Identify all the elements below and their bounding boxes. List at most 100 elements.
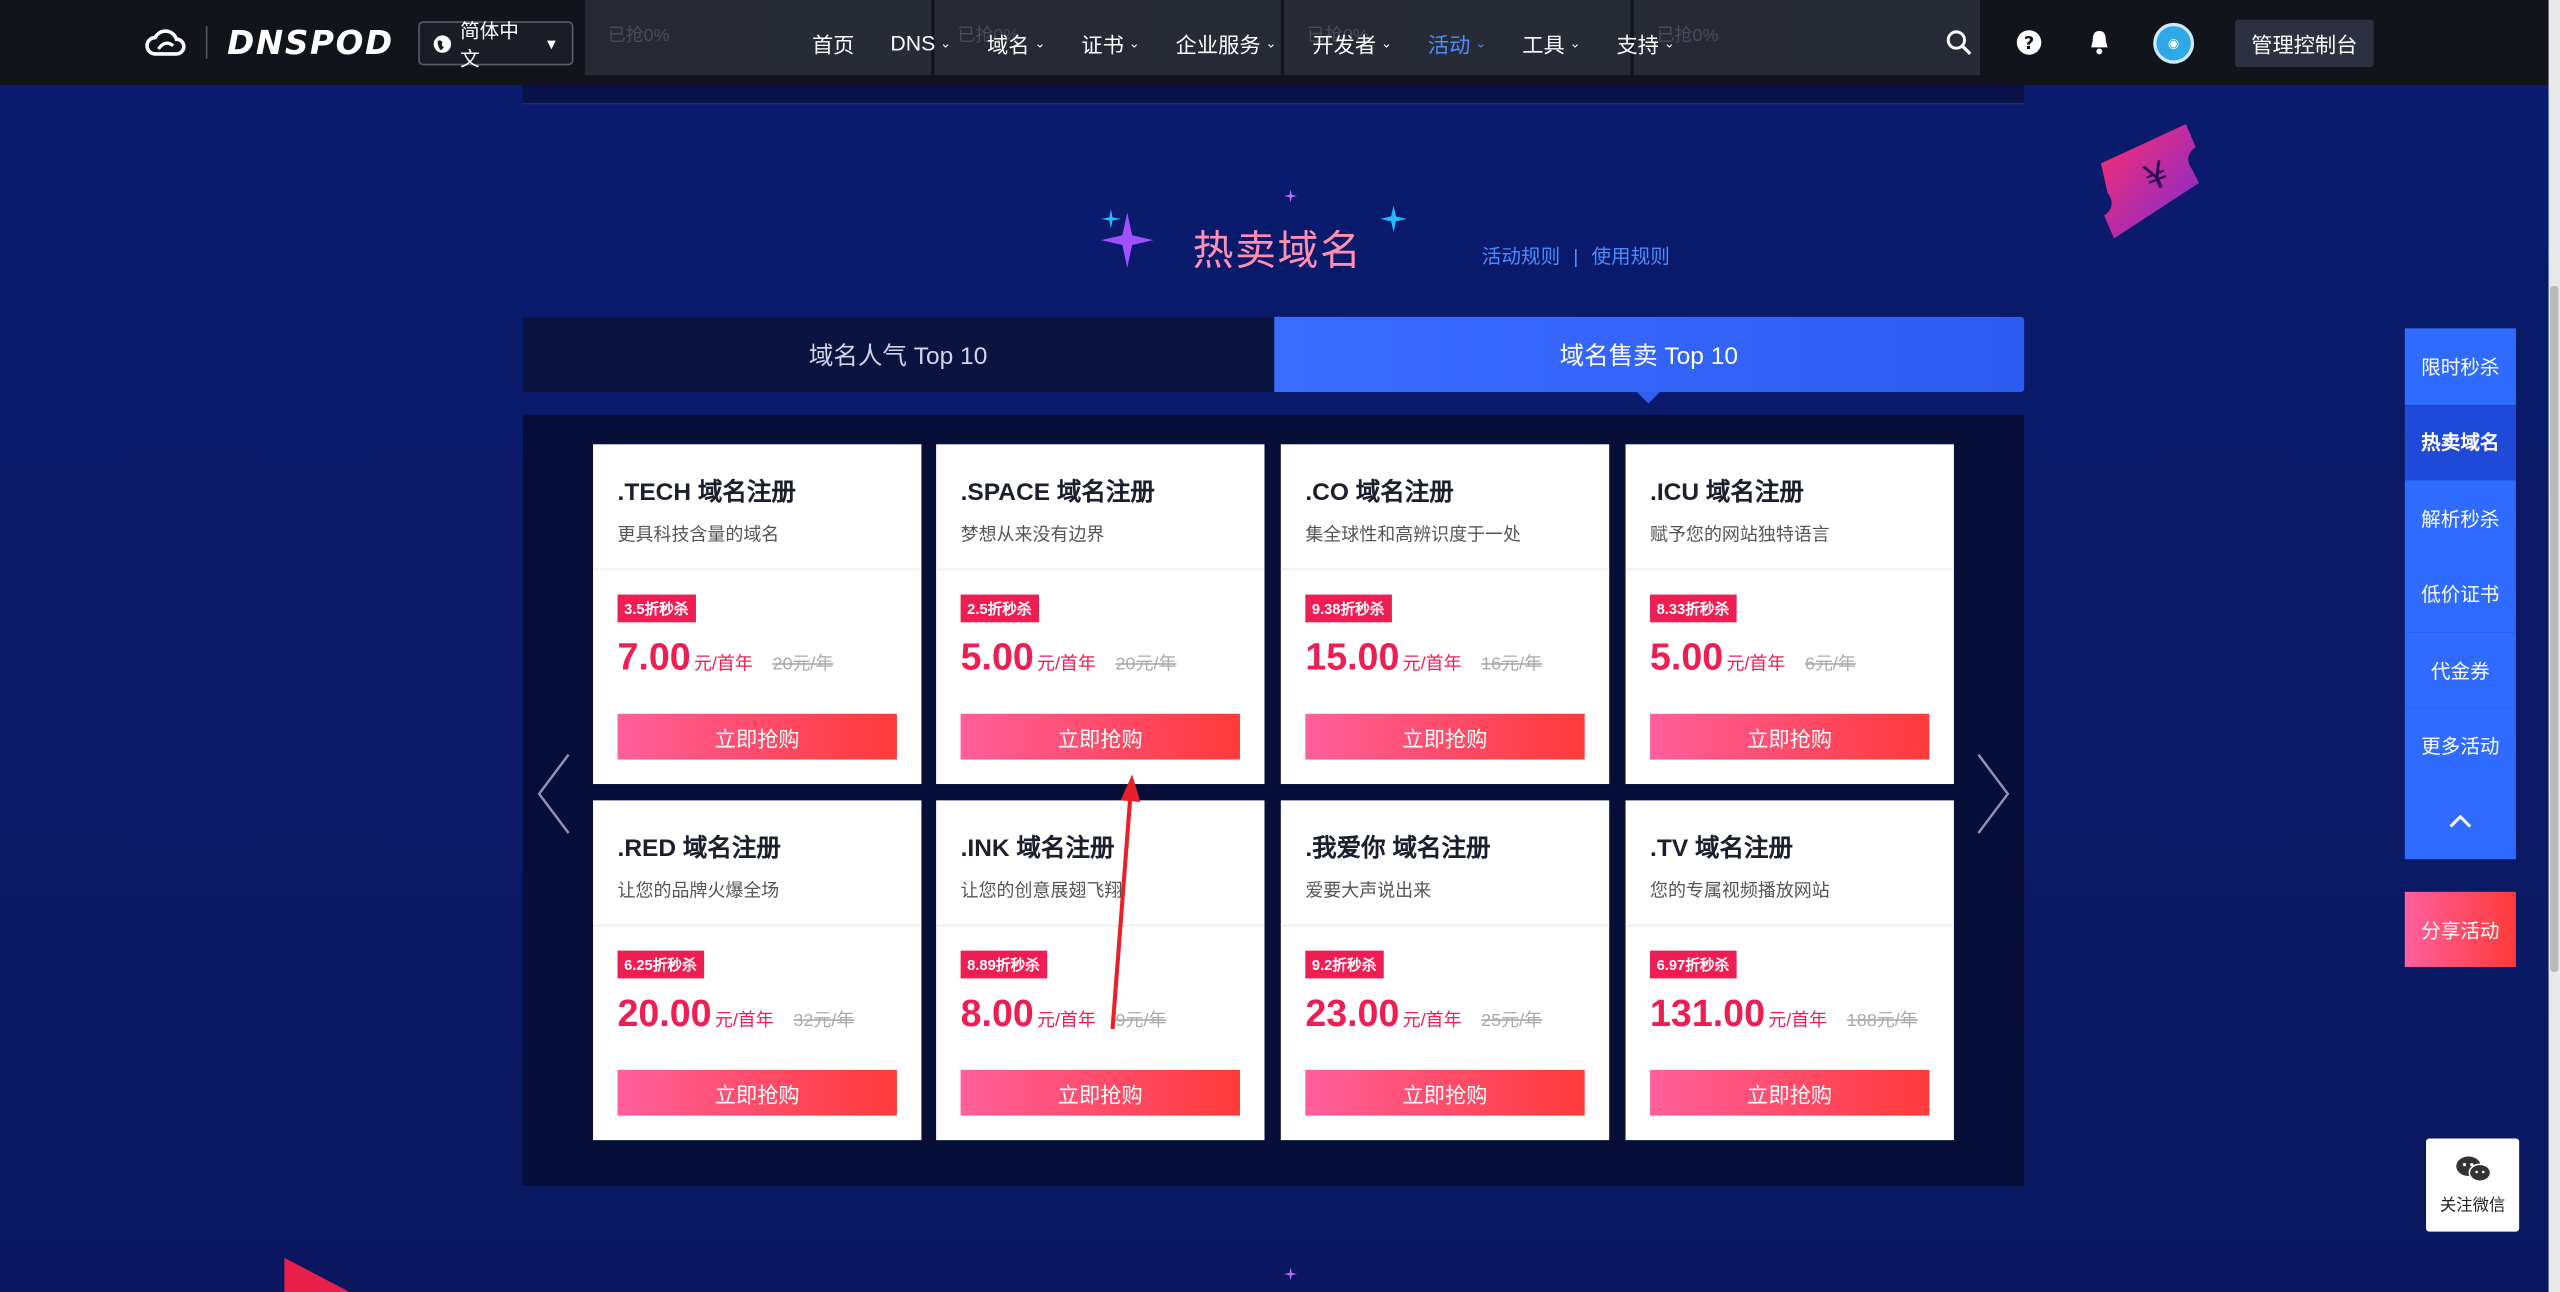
share-activity-button[interactable]: 分享活动 (2404, 891, 2516, 967)
domain-card: .RED 域名注册让您的品牌火爆全场 6.25折秒杀 20.00 元/首年 32元/… (593, 800, 922, 1141)
sparkle-icon (1380, 205, 1407, 232)
original-price: 20元/年 (1115, 654, 1177, 675)
chevron-up-icon (2449, 815, 2472, 828)
language-label: 简体中文 (460, 18, 519, 70)
help-icon[interactable]: ? (2014, 28, 2042, 56)
nav-label: DNS (890, 30, 936, 55)
chevron-down-icon: ⌄ (1034, 35, 1046, 50)
discount-badge: 9.2折秒杀 (1305, 950, 1383, 979)
logo-text: DNSPOD (227, 22, 394, 63)
discount-badge: 6.97折秒杀 (1650, 950, 1736, 979)
buy-now-button[interactable]: 立即抢购 (617, 1069, 897, 1116)
nav-label: 企业服务 (1175, 31, 1261, 57)
nav-item-dns[interactable]: DNS ⌄ (890, 30, 951, 55)
carousel-next-icon[interactable] (1975, 751, 2011, 836)
chevron-down-icon: ⌄ (1381, 35, 1392, 50)
card-price: 7.00 (617, 635, 691, 678)
coupon-ticket-icon: ¥ (2100, 124, 2199, 239)
side-item-vouchers[interactable]: 代金券 (2404, 632, 2516, 709)
usage-rules-link[interactable]: 使用规则 (1591, 242, 1669, 270)
card-description: 让您的品牌火爆全场 (617, 882, 780, 902)
decorative-shape (284, 1257, 350, 1292)
nav-label: 证书 (1081, 31, 1124, 57)
buy-now-button[interactable]: 立即抢购 (1305, 713, 1585, 760)
main-nav: 首页 DNS ⌄ 域名 ⌄ 证书 ⌄ 企业服务 ⌄ 开发者 ⌄ 活动 ⌄ 工具 ⌄ 支持 ⌄ (812, 0, 1711, 85)
card-title: .RED 域名注册 (617, 834, 781, 863)
card-title: .TV 域名注册 (1650, 834, 1794, 863)
scrollbar-thumb[interactable] (2550, 285, 2559, 972)
rule-links: 活动规则 | 使用规则 (1482, 242, 1670, 270)
price-unit: 元/首年 (1768, 1011, 1828, 1031)
follow-wechat-button[interactable]: 关注微信 (2426, 1138, 2520, 1232)
ranking-tabs: 域名人气 Top 10 域名售卖 Top 10 (522, 316, 2025, 404)
card-description: 让您的创意展翅飞翔 (960, 882, 1123, 902)
side-item-flash-sale[interactable]: 限时秒杀 (2404, 328, 2516, 405)
original-price: 25元/年 (1481, 1011, 1543, 1031)
nav-item-activity[interactable]: 活动 ⌄ (1428, 27, 1486, 58)
side-item-dns-sale[interactable]: 解析秒杀 (2404, 480, 2516, 557)
logo-divider (205, 26, 208, 59)
nav-item-tools[interactable]: 工具 ⌄ (1522, 27, 1580, 58)
side-item-hot-domains[interactable]: 热卖域名 (2404, 404, 2516, 481)
price-unit: 元/首年 (1402, 654, 1462, 675)
link-separator: | (1573, 244, 1579, 268)
card-price: 23.00 (1305, 991, 1400, 1034)
activity-rules-link[interactable]: 活动规则 (1482, 242, 1560, 270)
price-row: 15.00 元/首年 16元/年 (1305, 635, 1542, 679)
nav-item-developer[interactable]: 开发者 ⌄ (1312, 27, 1392, 58)
card-description: 爱要大声说出来 (1305, 882, 1432, 902)
card-price: 15.00 (1305, 635, 1400, 678)
language-selector[interactable]: 简体中文 ▼ (418, 19, 574, 69)
nav-label: 开发者 (1312, 31, 1377, 57)
nav-item-enterprise[interactable]: 企业服务 ⌄ (1176, 27, 1277, 58)
domain-card: .ICU 域名注册 赋予您的网站独特语言 8.33折秒杀 5.00 元/首年 6元/年… (1625, 444, 1954, 785)
nav-label: 域名 (987, 31, 1030, 57)
card-title: .CO 域名注册 (1305, 478, 1454, 507)
globe-icon (433, 34, 452, 52)
buy-now-button[interactable]: 立即抢购 (960, 1069, 1240, 1116)
console-button[interactable]: 管理控制台 (2234, 19, 2374, 67)
nav-item-domain[interactable]: 域名 ⌄ (987, 27, 1045, 58)
card-description: 您的专属视频播放网站 (1650, 882, 1830, 902)
original-price: 20元/年 (772, 654, 834, 675)
buy-now-button[interactable]: 立即抢购 (1650, 1069, 1930, 1116)
card-description: 更具科技含量的域名 (617, 525, 780, 546)
card-title: .INK 域名注册 (960, 834, 1115, 863)
bell-icon[interactable] (2085, 28, 2113, 56)
tab-sales-top10[interactable]: 域名售卖 Top 10 (1273, 316, 2025, 404)
back-to-top-button[interactable] (2404, 784, 2516, 860)
nav-item-certificate[interactable]: 证书 ⌄ (1081, 27, 1139, 58)
discount-badge: 2.5折秒杀 (960, 594, 1039, 623)
domain-card: .TV 域名注册您的专属视频播放网站 6.97折秒杀 131.00 元/首年 188… (1625, 800, 1954, 1141)
price-unit: 元/首年 (1037, 654, 1096, 675)
card-title: .我爱你 域名注册 (1305, 834, 1491, 863)
nav-item-home[interactable]: 首页 (812, 27, 855, 58)
buy-now-button[interactable]: 立即抢购 (1305, 1069, 1585, 1116)
buy-now-button[interactable]: 立即抢购 (960, 713, 1240, 760)
domain-card: .TECH 域名注册 更具科技含量的域名 3.5折秒杀 7.00 元/首年 20元/年… (593, 444, 922, 785)
discount-badge: 6.25折秒杀 (617, 950, 704, 979)
search-icon[interactable] (1944, 28, 1972, 56)
original-price: 32元/年 (793, 1011, 855, 1031)
card-description: 赋予您的网站独特语言 (1650, 525, 1830, 546)
original-price: 188元/年 (1846, 1011, 1918, 1031)
nav-item-support[interactable]: 支持 ⌄ (1617, 27, 1675, 58)
floating-side-nav: 限时秒杀 热卖域名 解析秒杀 低价证书 代金券 更多活动 (2404, 328, 2516, 860)
price-row: 20.00 元/首年 32元/年 (618, 991, 855, 1035)
tab-popular-top10[interactable]: 域名人气 Top 10 (522, 316, 1274, 393)
card-price: 131.00 (1650, 991, 1765, 1034)
brand-logo[interactable]: DNSPOD (144, 23, 394, 62)
chevron-down-icon: ⌄ (1569, 35, 1581, 50)
user-avatar[interactable]: ◉ (2153, 22, 2195, 64)
buy-now-button[interactable]: 立即抢购 (617, 713, 897, 760)
buy-now-button[interactable]: 立即抢购 (1650, 713, 1930, 760)
original-price: 6元/年 (1804, 654, 1856, 675)
previous-section-edge (522, 84, 2025, 105)
carousel-prev-icon[interactable] (536, 751, 572, 836)
domain-card: .CO 域名注册 集全球性和高辨识度于一处 9.38折秒杀 15.00 元/首年 16… (1280, 444, 1610, 785)
card-price: 5.00 (1650, 635, 1724, 678)
side-item-cheap-certs[interactable]: 低价证书 (2404, 556, 2516, 633)
side-item-more-activities[interactable]: 更多活动 (2404, 708, 2516, 785)
ghost-tab-label: 已抢0% (607, 26, 670, 46)
chevron-down-icon: ⌄ (1475, 35, 1487, 50)
